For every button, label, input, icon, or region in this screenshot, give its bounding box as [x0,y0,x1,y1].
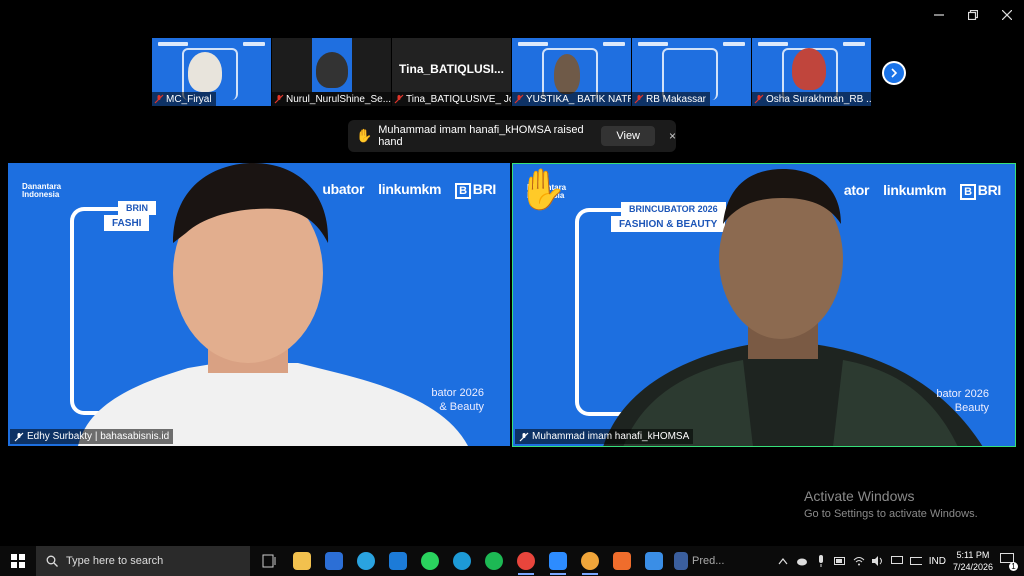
participant-video [554,54,580,94]
speaker-tile-left[interactable]: Danantara Indonesia ubator linkumkm B BRI… [8,163,510,446]
minimize-icon [934,14,944,16]
document-icon [674,552,688,570]
activate-windows-watermark: Activate Windows Go to Settings to activ… [804,488,978,520]
app-button[interactable] [642,546,666,576]
system-tray: IND 5:11 PM 7/24/2026 1 [777,546,1024,576]
minimize-button[interactable] [922,0,956,30]
mic-muted-icon [519,432,529,441]
mic-muted-icon [514,94,524,104]
whatsapp-icon [421,552,439,570]
clock[interactable]: 5:11 PM 7/24/2026 [953,549,993,573]
windows-logo-icon [11,554,25,568]
file-explorer-button[interactable] [290,546,314,576]
participant-avatar [792,48,826,90]
raised-hand-icon: ✋ [517,168,567,212]
volume-icon[interactable] [871,555,884,567]
app-button[interactable] [610,546,634,576]
speaker-name-tag: Muhammad imam hanafi_kHOMSA [515,429,694,444]
zoom-icon [549,552,567,570]
chrome-icon [517,552,535,570]
close-icon [1002,10,1012,20]
chrome-profile-button[interactable] [578,546,602,576]
participant-video [316,52,348,88]
zoom-button[interactable] [546,546,570,576]
mic-muted-icon [274,94,284,104]
edge-button[interactable] [450,546,474,576]
edge-icon [453,552,471,570]
telegram-icon [357,552,375,570]
participant-tile[interactable]: MC_Firyal [152,38,271,106]
mic-muted-icon [754,94,764,104]
app-icon [613,552,631,570]
participant-name: Osha Surakhman_RB ... [766,93,871,105]
search-placeholder: Type here to search [66,555,164,567]
spotify-icon [485,552,503,570]
keyboard-icon[interactable] [909,555,922,567]
participant-strip: MC_Firyal Nurul_NurulShine_Se... Tina_BA… [152,38,872,106]
danantara-logo: Danantara Indonesia [22,182,62,199]
spotify-button[interactable] [482,546,506,576]
app-icon [645,552,663,570]
start-button[interactable] [0,546,36,576]
cloud-icon[interactable] [796,555,808,567]
chrome-button[interactable] [514,546,538,576]
participant-name: RB Makassar [646,93,707,105]
pinned-document-button[interactable]: Pred... [674,546,724,576]
chrome-icon [581,552,599,570]
mic-muted-icon [394,94,404,104]
participant-video [188,52,222,92]
restore-icon [968,10,978,20]
participant-name: YUSTIKA_ BATIK NATR... [526,93,631,105]
chevron-up-icon[interactable] [777,555,789,567]
display-icon[interactable] [890,555,903,567]
restore-button[interactable] [956,0,990,30]
speaker-name: Muhammad imam hanafi_kHOMSA [532,431,690,442]
folder-icon [293,552,311,570]
mic-muted-icon [634,94,644,104]
wifi-icon[interactable] [853,555,865,567]
participant-tile[interactable]: Tina_BATIQLUSI... Tina_BATIQLUSIVE_ Jo..… [392,38,511,106]
raised-hand-notification: ✋ Muhammad imam hanafi_kHOMSA raised han… [348,120,676,152]
language-indicator[interactable]: IND [929,556,946,567]
search-icon [46,555,58,567]
mail-icon [389,552,407,570]
participant-tile[interactable]: YUSTIKA_ BATIK NATR... [512,38,631,106]
speaker-name: Edhy Surbakty | bahasabisnis.id [27,431,170,442]
microphone-icon[interactable] [815,555,827,567]
participant-tile[interactable]: Nurul_NurulShine_Se... [272,38,391,106]
whatsapp-button[interactable] [418,546,442,576]
participant-name: MC_Firyal [166,93,212,105]
taskbar-search-box[interactable]: Type here to search [36,546,250,576]
participant-name: Tina_BATIQLUSIVE_ Jo... [406,93,511,105]
window-controls [922,0,1024,30]
chevron-right-icon [891,68,898,78]
speaker-name-tag: Edhy Surbakty | bahasabisnis.id [10,429,174,444]
taskbar-apps: Pred... [258,546,724,576]
view-button[interactable]: View [601,126,655,146]
dismiss-notification-button[interactable]: × [669,129,676,143]
notification-center-button[interactable]: 1 [1000,553,1018,571]
participant-video [78,163,468,446]
raised-hand-icon: ✋ [356,128,373,143]
app-button[interactable] [322,546,346,576]
participant-tile[interactable]: Osha Surakhman_RB ... [752,38,871,106]
battery-icon[interactable] [833,555,846,567]
mic-muted-icon [14,432,24,441]
notification-count-badge: 1 [1009,562,1018,571]
participant-name: Nurul_NurulShine_Se... [286,93,391,105]
mic-muted-icon [154,94,164,104]
taskbar: Type here to search Pred... IND 5:11 PM [0,546,1024,576]
telegram-button[interactable] [354,546,378,576]
notification-text: Muhammad imam hanafi_kHOMSA raised hand [378,124,584,148]
app-icon [325,552,343,570]
participant-display-name: Tina_BATIQLUSI... [399,62,504,76]
mail-button[interactable] [386,546,410,576]
task-view-icon [262,554,276,568]
participant-video [603,169,983,446]
task-view-button[interactable] [258,546,282,576]
close-window-button[interactable] [990,0,1024,30]
speaker-tile-right[interactable]: Danantara Indonesia ator linkumkm B BRI B… [512,163,1016,447]
next-page-button[interactable] [882,61,906,85]
participant-tile[interactable]: RB Makassar [632,38,751,106]
